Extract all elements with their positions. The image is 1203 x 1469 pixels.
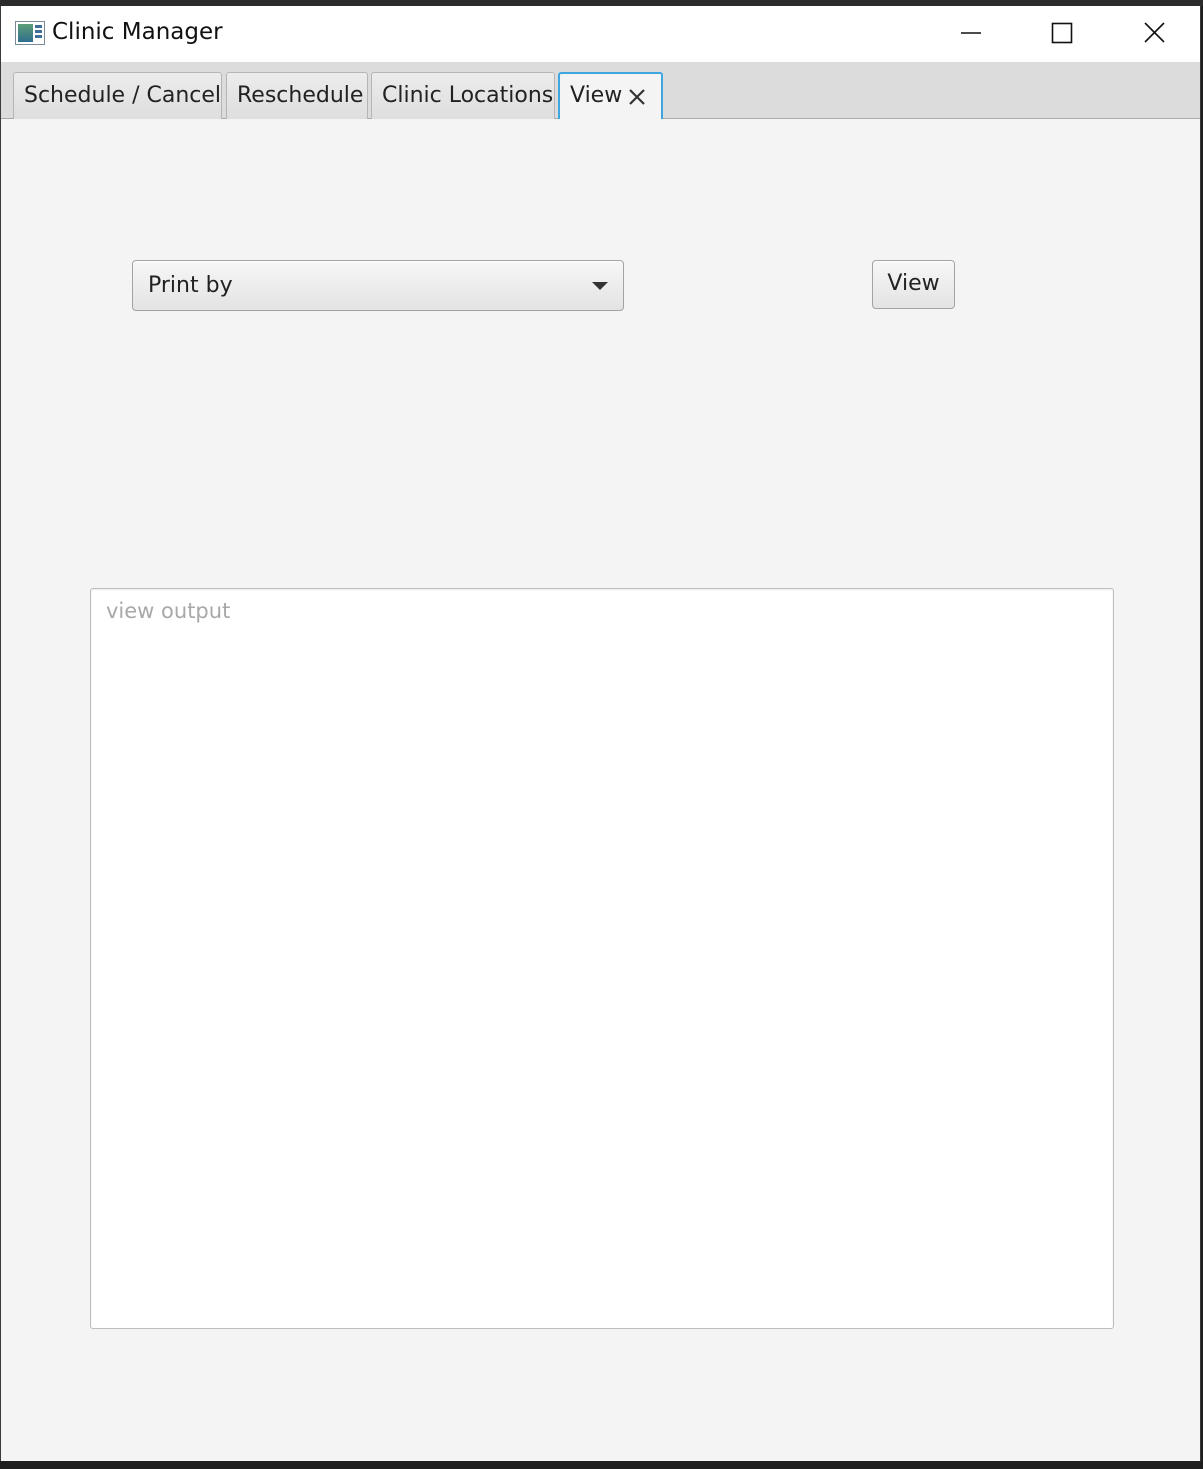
window-title: Clinic Manager (52, 19, 223, 45)
view-tab-content: Print by View view output (1, 119, 1200, 1461)
tab-reschedule[interactable]: Reschedule (226, 72, 368, 119)
close-window-button[interactable] (1108, 6, 1200, 62)
view-button[interactable]: View (872, 260, 955, 309)
tab-close-icon[interactable] (629, 89, 645, 105)
title-bar[interactable]: Clinic Manager (1, 6, 1200, 62)
print-by-dropdown[interactable]: Print by (132, 260, 624, 311)
background-terminal-strip (0, 1461, 1203, 1469)
tab-label: View (570, 83, 623, 108)
print-by-selected: Print by (148, 273, 233, 298)
tab-label: Schedule / Cancel (24, 83, 222, 108)
chevron-down-icon (592, 282, 608, 290)
tab-view[interactable]: View (558, 72, 663, 120)
tab-schedule-cancel[interactable]: Schedule / Cancel (13, 72, 222, 119)
tab-bar: Schedule / Cancel Reschedule Clinic Loca… (1, 62, 1200, 120)
minimize-icon (961, 32, 981, 34)
maximize-button[interactable] (1016, 6, 1108, 62)
tab-clinic-locations[interactable]: Clinic Locations (371, 72, 555, 119)
close-icon (1144, 22, 1165, 43)
app-icon (15, 21, 45, 45)
minimize-button[interactable] (926, 6, 1018, 62)
app-window: Clinic Manager Schedule / Cancel Resched… (0, 6, 1201, 1461)
tab-label: Reschedule (237, 83, 364, 108)
view-output-textarea[interactable]: view output (90, 588, 1114, 1329)
view-output-placeholder: view output (106, 599, 231, 623)
tab-label: Clinic Locations (382, 83, 554, 108)
maximize-icon (1051, 22, 1073, 44)
